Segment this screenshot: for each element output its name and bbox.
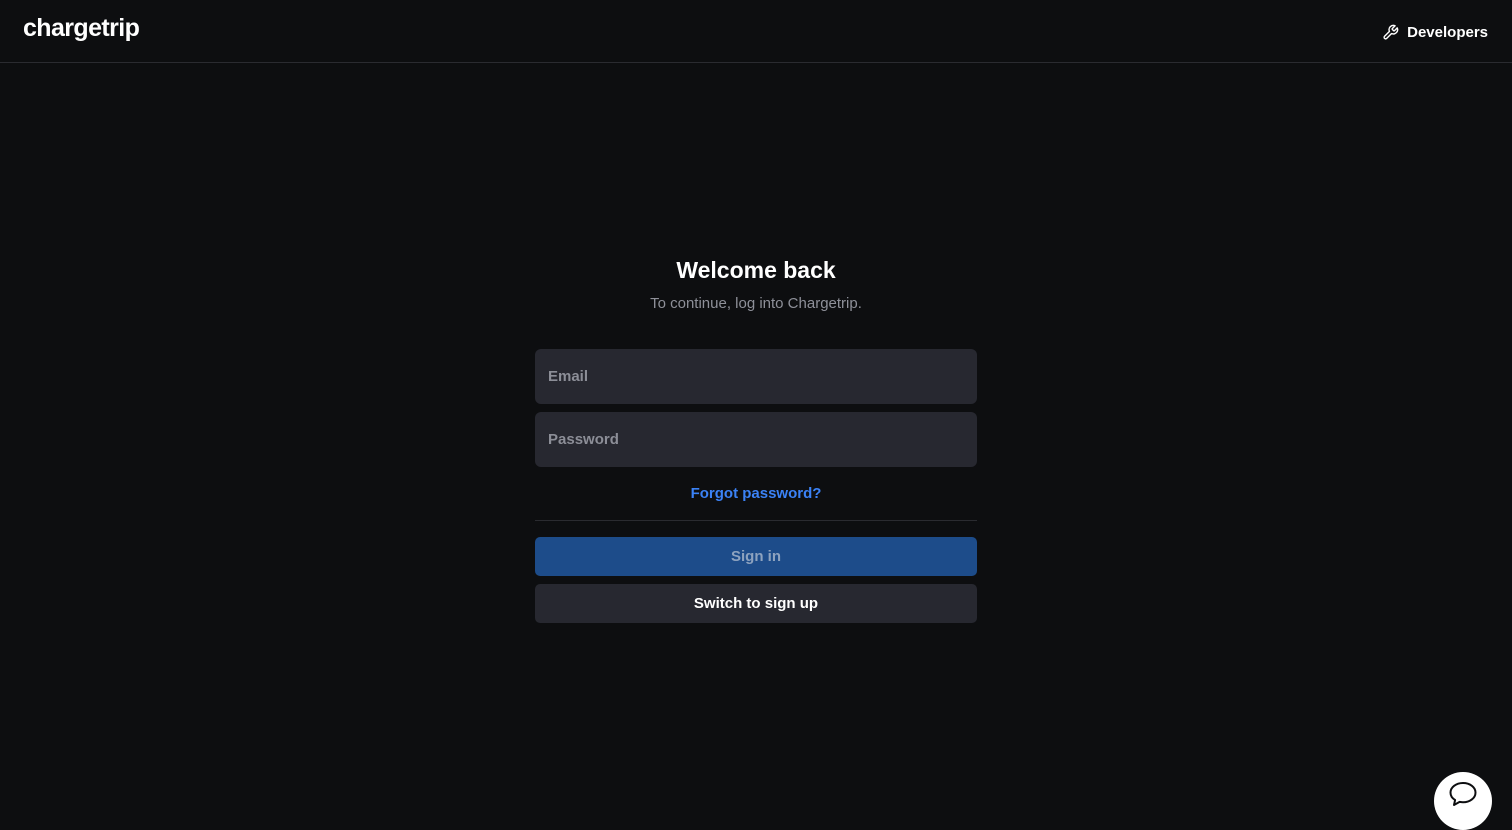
password-field[interactable] <box>535 412 977 467</box>
page-title: Welcome back <box>676 257 836 283</box>
divider <box>535 520 977 521</box>
sign-in-button[interactable]: Sign in <box>535 537 977 576</box>
forgot-password-link[interactable]: Forgot password? <box>535 485 977 503</box>
developers-label: Developers <box>1407 23 1488 41</box>
login-panel: Welcome back To continue, log into Charg… <box>535 252 977 623</box>
switch-to-sign-up-button[interactable]: Switch to sign up <box>535 584 977 623</box>
chat-launcher-button[interactable] <box>1434 772 1492 830</box>
developers-link[interactable]: Developers <box>1382 20 1488 44</box>
page-subtitle: To continue, log into Chargetrip. <box>650 295 862 312</box>
top-navigation-bar: chargetrip Developers <box>0 0 1512 63</box>
wrench-icon <box>1382 24 1399 41</box>
email-field[interactable] <box>535 349 977 404</box>
chat-bubble-icon <box>1448 781 1478 813</box>
chargetrip-logo[interactable]: chargetrip <box>23 14 140 43</box>
